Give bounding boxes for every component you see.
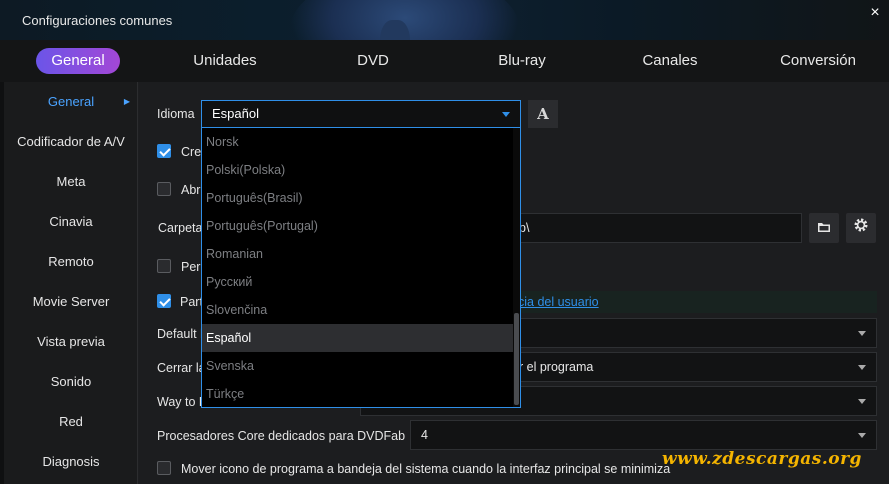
title-bar: Configuraciones comunes × — [0, 0, 889, 90]
language-option-selected[interactable]: Español — [202, 324, 514, 352]
dropdown-scroll-thumb[interactable] — [514, 313, 519, 405]
sidebar-item-red[interactable]: Red — [4, 402, 138, 442]
caret-right-icon: ▶ — [123, 97, 130, 106]
tab-unidades[interactable]: Unidades — [185, 48, 265, 74]
checkbox-part[interactable] — [157, 294, 171, 308]
checkbox-per[interactable] — [157, 259, 171, 273]
tab-conversion[interactable]: Conversión — [772, 48, 864, 74]
folder-icon[interactable] — [809, 213, 839, 243]
chevron-down-icon — [858, 433, 866, 438]
sidebar-item-diagnosis[interactable]: Diagnosis — [4, 442, 138, 482]
tab-bar: General Unidades DVD Blu-ray Canales Con… — [0, 40, 889, 82]
close-label: Cerrar la — [157, 361, 206, 375]
tab-canales[interactable]: Canales — [635, 48, 705, 74]
sidebar-item-general[interactable]: General ▶ — [4, 82, 138, 122]
cores-value: 4 — [421, 428, 428, 442]
sidebar-item-label: General — [47, 94, 95, 109]
language-option[interactable]: Romanian — [202, 240, 514, 268]
language-option[interactable]: Português(Brasil) — [202, 184, 514, 212]
user-experience-link[interactable]: cia del usuario — [518, 295, 599, 309]
checkbox-cre[interactable] — [157, 144, 171, 158]
language-option[interactable]: Português(Portugal) — [202, 212, 514, 240]
font-icon[interactable]: A — [528, 100, 558, 128]
language-label: Idioma — [157, 107, 195, 121]
chevron-down-icon — [502, 112, 510, 117]
tab-blu-ray[interactable]: Blu-ray — [490, 48, 554, 74]
sidebar: General ▶ Codificador de A/V Meta Cinavi… — [4, 82, 138, 484]
checkbox-abri[interactable] — [157, 182, 171, 196]
sidebar-item-movie-server[interactable]: Movie Server — [4, 282, 138, 322]
sidebar-item-cinavia[interactable]: Cinavia — [4, 202, 138, 242]
tab-dvd[interactable]: DVD — [348, 48, 398, 74]
sidebar-item-meta[interactable]: Meta — [4, 162, 138, 202]
sidebar-item-vista-previa[interactable]: Vista previa — [4, 322, 138, 362]
language-option[interactable]: Norsk — [202, 128, 514, 156]
checkbox-tray[interactable] — [157, 461, 171, 475]
watermark: www.zdescargas.org — [662, 449, 862, 469]
language-select-value: Español — [212, 106, 259, 121]
language-option[interactable]: Русский — [202, 268, 514, 296]
language-option[interactable]: Türkçe — [202, 380, 514, 407]
row-abri-label: Abri — [181, 183, 204, 197]
sidebar-item-remoto[interactable]: Remoto — [4, 242, 138, 282]
chevron-down-icon — [858, 331, 866, 336]
chevron-down-icon — [858, 399, 866, 404]
language-option[interactable]: Svenska — [202, 352, 514, 380]
cores-label: Procesadores Core dedicados para DVDFab — [157, 429, 406, 443]
dropdown-scrollbar[interactable] — [513, 128, 520, 407]
cores-select[interactable]: 4 — [410, 420, 877, 450]
row-part-label: Part — [180, 295, 203, 309]
window-title: Configuraciones comunes — [22, 13, 173, 28]
gear-icon[interactable] — [846, 213, 876, 243]
sidebar-item-sonido[interactable]: Sonido — [4, 362, 138, 402]
language-dropdown-list[interactable]: Norsk Polski(Polska) Português(Brasil) P… — [201, 128, 521, 408]
sidebar-item-codificador[interactable]: Codificador de A/V — [4, 122, 138, 162]
language-option[interactable]: Polski(Polska) — [202, 156, 514, 184]
folder-label: Carpeta — [158, 221, 203, 235]
settings-window: Configuraciones comunes × General Unidad… — [0, 0, 889, 484]
close-icon[interactable]: × — [867, 5, 883, 21]
row-per-label: Per — [181, 260, 201, 274]
chevron-down-icon — [858, 365, 866, 370]
language-option[interactable]: Slovenčina — [202, 296, 514, 324]
row-cre-label: Cre — [181, 145, 202, 159]
default-label: Default l — [157, 327, 203, 341]
tray-label: Mover icono de programa a bandeja del si… — [181, 462, 671, 476]
tab-general[interactable]: General — [36, 48, 120, 74]
close-behavior-value: r el programa — [519, 360, 594, 374]
language-select[interactable]: Español — [201, 100, 521, 128]
